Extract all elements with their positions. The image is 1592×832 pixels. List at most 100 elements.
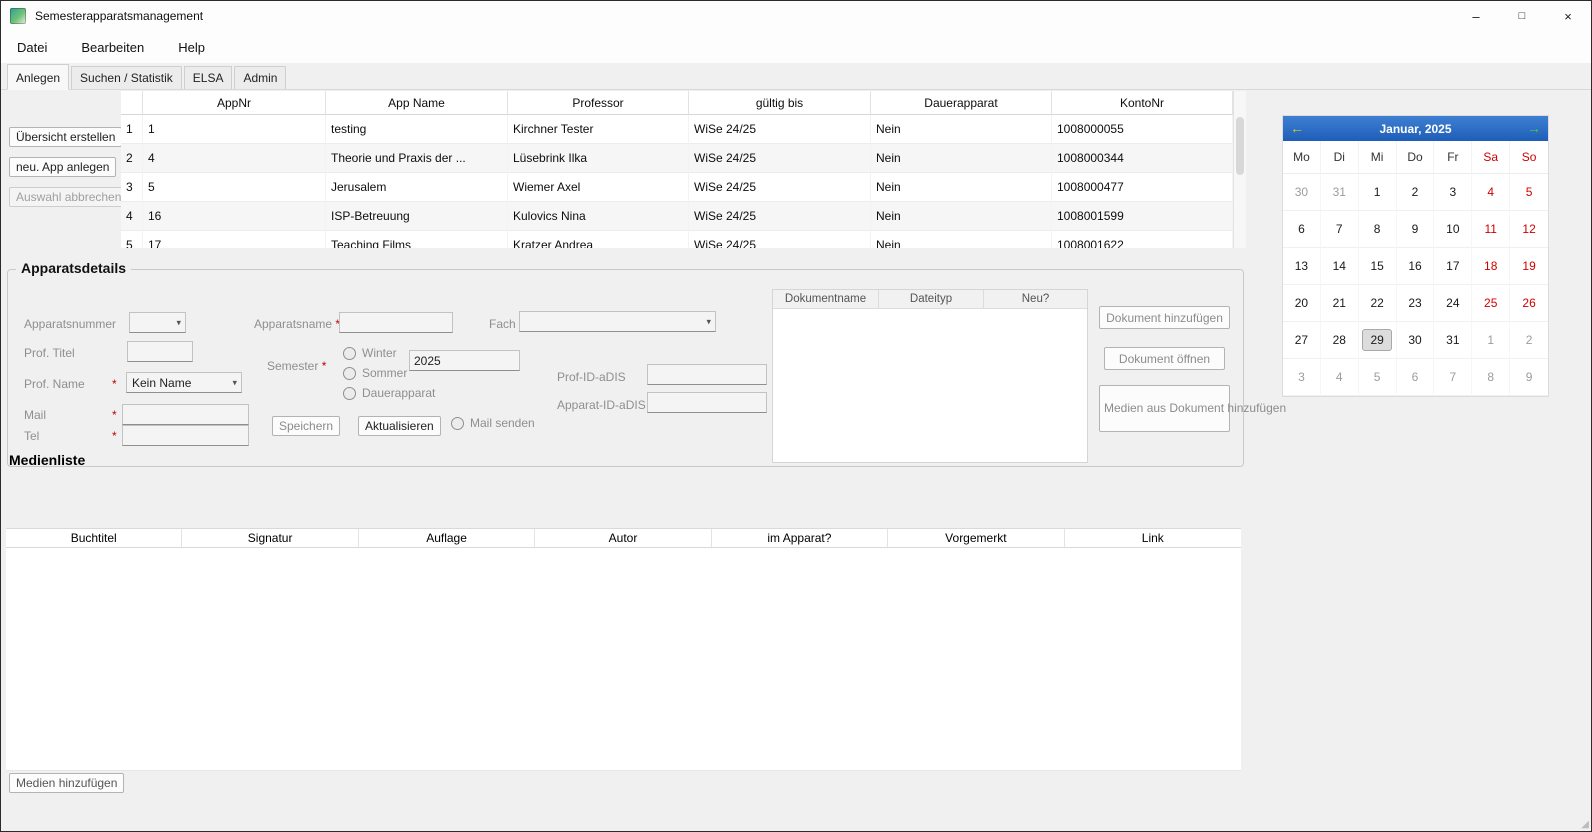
calendar-day[interactable]: 20 bbox=[1283, 285, 1321, 322]
calendar-day[interactable]: 23 bbox=[1397, 285, 1435, 322]
table-row[interactable]: 416ISP-BetreuungKulovics NinaWiSe 24/25N… bbox=[121, 202, 1233, 231]
calendar-day[interactable]: 28 bbox=[1321, 322, 1359, 359]
calendar-day[interactable]: 3 bbox=[1434, 174, 1472, 211]
calendar-day[interactable]: 7 bbox=[1321, 211, 1359, 248]
calendar-month-title[interactable]: Januar, 2025 bbox=[1311, 122, 1520, 136]
calendar-day[interactable]: 8 bbox=[1359, 211, 1397, 248]
calendar-day[interactable]: 10 bbox=[1434, 211, 1472, 248]
calendar-day[interactable]: 4 bbox=[1321, 359, 1359, 396]
app-table-column-header[interactable]: gültig bis bbox=[689, 91, 871, 115]
prof-id-adis-input[interactable] bbox=[647, 364, 767, 385]
calendar-day[interactable]: 21 bbox=[1321, 285, 1359, 322]
app-table-column-header[interactable]: Professor bbox=[508, 91, 689, 115]
fach-combo[interactable] bbox=[519, 311, 716, 332]
tel-input[interactable] bbox=[122, 425, 249, 446]
medien-aus-dokument-button[interactable]: Medien aus Dokument hinzufügen bbox=[1099, 385, 1230, 432]
calendar-day[interactable]: 2 bbox=[1510, 322, 1548, 359]
calendar-day[interactable]: 16 bbox=[1397, 248, 1435, 285]
prof-titel-input[interactable] bbox=[127, 341, 193, 362]
neue-app-anlegen-button[interactable]: neu. App anlegen bbox=[9, 157, 116, 177]
minimize-button[interactable]: – bbox=[1453, 1, 1499, 31]
app-table-column-header[interactable]: KontoNr bbox=[1052, 91, 1233, 115]
previous-month-arrow-icon[interactable]: ← bbox=[1283, 116, 1311, 141]
calendar-day[interactable]: 25 bbox=[1472, 285, 1510, 322]
calendar-day[interactable]: 22 bbox=[1359, 285, 1397, 322]
media-column-header[interactable]: Autor bbox=[535, 529, 711, 547]
calendar-day[interactable]: 17 bbox=[1434, 248, 1472, 285]
radio-dauerapparat[interactable]: Dauerapparat bbox=[343, 386, 435, 400]
tab-anlegen[interactable]: Anlegen bbox=[7, 64, 69, 90]
app-table-column-header[interactable]: AppNr bbox=[143, 91, 326, 115]
calendar-day[interactable]: 19 bbox=[1510, 248, 1548, 285]
calendar-day[interactable]: 6 bbox=[1283, 211, 1321, 248]
speichern-button[interactable]: Speichern bbox=[272, 416, 340, 436]
resize-grip-icon[interactable]: ◢ bbox=[1581, 819, 1589, 830]
calendar-day[interactable]: 12 bbox=[1510, 211, 1548, 248]
calendar-day[interactable]: 31 bbox=[1434, 322, 1472, 359]
app-table-scrollbar[interactable] bbox=[1233, 91, 1246, 248]
table-row[interactable]: 517Teaching FilmsKratzer AndreaWiSe 24/2… bbox=[121, 231, 1233, 248]
table-cell: Nein bbox=[871, 202, 1052, 231]
apparatsnummer-combo[interactable] bbox=[129, 312, 186, 333]
next-month-arrow-icon[interactable]: → bbox=[1520, 116, 1548, 141]
calendar-day[interactable]: 15 bbox=[1359, 248, 1397, 285]
medien-hinzufuegen-button[interactable]: Medien hinzufügen bbox=[9, 773, 124, 793]
calendar-day[interactable]: 18 bbox=[1472, 248, 1510, 285]
table-row[interactable]: 35JerusalemWiemer AxelWiSe 24/25Nein1008… bbox=[121, 173, 1233, 202]
calendar-day[interactable]: 3 bbox=[1283, 359, 1321, 396]
prof-name-combo[interactable]: Kein Name bbox=[126, 372, 242, 393]
tab-elsa[interactable]: ELSA bbox=[184, 66, 233, 89]
media-column-header[interactable]: Auflage bbox=[359, 529, 535, 547]
calendar-day[interactable]: 27 bbox=[1283, 322, 1321, 359]
calendar-day[interactable]: 9 bbox=[1397, 211, 1435, 248]
auswahl-abbrechen-button[interactable]: Auswahl abbrechen bbox=[9, 187, 128, 207]
media-column-header[interactable]: Link bbox=[1065, 529, 1241, 547]
calendar-day[interactable]: 2 bbox=[1397, 174, 1435, 211]
calendar-day[interactable]: 14 bbox=[1321, 248, 1359, 285]
aktualisieren-button[interactable]: Aktualisieren bbox=[358, 416, 441, 436]
calendar-day[interactable]: 26 bbox=[1510, 285, 1548, 322]
media-column-header[interactable]: Signatur bbox=[182, 529, 358, 547]
calendar-day-selected[interactable]: 29 bbox=[1359, 322, 1397, 359]
maximize-button[interactable]: □ bbox=[1499, 1, 1545, 31]
calendar-day[interactable]: 7 bbox=[1434, 359, 1472, 396]
dokument-oeffnen-button[interactable]: Dokument öffnen bbox=[1104, 347, 1225, 370]
radio-sommer[interactable]: Sommer bbox=[343, 366, 407, 380]
calendar-day[interactable]: 4 bbox=[1472, 174, 1510, 211]
calendar-day[interactable]: 5 bbox=[1510, 174, 1548, 211]
calendar-day[interactable]: 31 bbox=[1321, 174, 1359, 211]
apparat-id-adis-input[interactable] bbox=[647, 392, 767, 413]
radio-winter[interactable]: Winter bbox=[343, 346, 397, 360]
tab-suchen-statistik[interactable]: Suchen / Statistik bbox=[71, 66, 182, 89]
calendar-day[interactable]: 30 bbox=[1397, 322, 1435, 359]
calendar-day[interactable]: 8 bbox=[1472, 359, 1510, 396]
scrollbar-thumb[interactable] bbox=[1236, 117, 1244, 175]
menu-bearbeiten[interactable]: Bearbeiten bbox=[71, 34, 154, 61]
calendar-day[interactable]: 30 bbox=[1283, 174, 1321, 211]
dokument-hinzufuegen-button[interactable]: Dokument hinzufügen bbox=[1099, 306, 1230, 329]
mail-input[interactable] bbox=[122, 404, 249, 425]
semester-year-input[interactable] bbox=[409, 350, 520, 371]
menu-help[interactable]: Help bbox=[168, 34, 215, 61]
calendar-day[interactable]: 24 bbox=[1434, 285, 1472, 322]
media-column-header[interactable]: Vorgemerkt bbox=[888, 529, 1064, 547]
mail-senden-checkbox[interactable]: Mail senden bbox=[451, 416, 535, 430]
calendar-day[interactable]: 13 bbox=[1283, 248, 1321, 285]
table-row[interactable]: 24Theorie und Praxis der ...Lüsebrink Il… bbox=[121, 144, 1233, 173]
calendar-day[interactable]: 11 bbox=[1472, 211, 1510, 248]
calendar-day[interactable]: 6 bbox=[1397, 359, 1435, 396]
app-table-column-header[interactable]: Dauerapparat bbox=[871, 91, 1052, 115]
calendar-day[interactable]: 1 bbox=[1472, 322, 1510, 359]
media-column-header[interactable]: Buchtitel bbox=[6, 529, 182, 547]
menu-datei[interactable]: Datei bbox=[7, 34, 57, 61]
calendar-day[interactable]: 9 bbox=[1510, 359, 1548, 396]
app-table-column-header[interactable]: App Name bbox=[326, 91, 508, 115]
table-row[interactable]: 11testingKirchner TesterWiSe 24/25Nein10… bbox=[121, 115, 1233, 144]
media-column-header[interactable]: im Apparat? bbox=[712, 529, 888, 547]
tab-admin[interactable]: Admin bbox=[234, 66, 286, 89]
calendar-day[interactable]: 5 bbox=[1359, 359, 1397, 396]
uebersicht-erstellen-button[interactable]: Übersicht erstellen bbox=[9, 127, 122, 147]
calendar-day[interactable]: 1 bbox=[1359, 174, 1397, 211]
apparatsname-input[interactable] bbox=[339, 312, 453, 333]
close-button[interactable]: × bbox=[1545, 1, 1591, 31]
